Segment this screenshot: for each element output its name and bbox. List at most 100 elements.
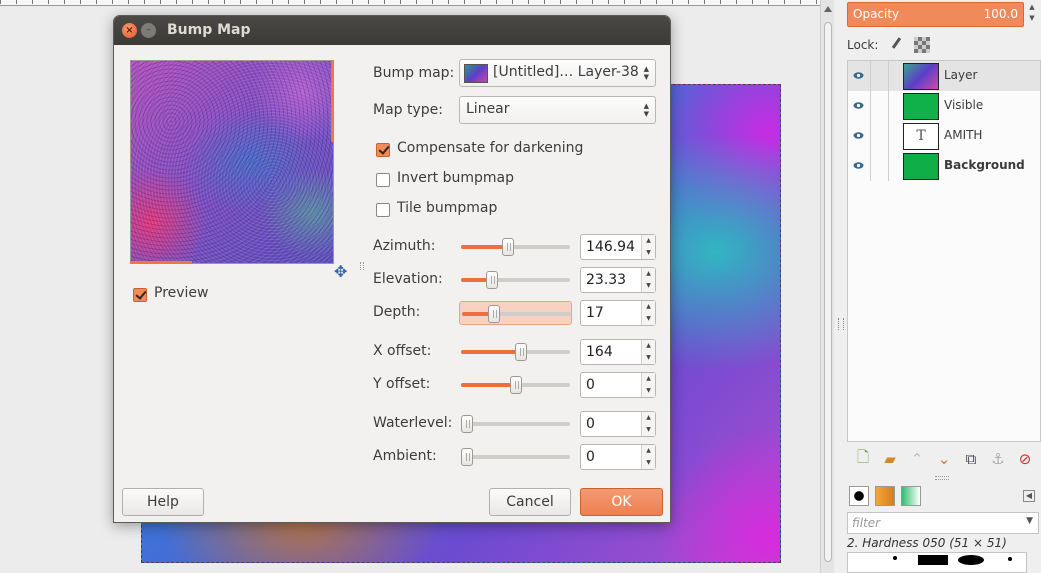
chain-column[interactable]	[870, 91, 889, 121]
gradients-tab-icon[interactable]	[901, 486, 921, 506]
new-layer-icon[interactable]: 🗋	[852, 447, 874, 472]
spin-up-icon[interactable]: ▲	[642, 373, 655, 385]
pane-grip-icon[interactable]	[360, 262, 364, 270]
opacity-spin-buttons[interactable]: ▲ ▼	[1025, 2, 1039, 27]
slider-knob[interactable]	[461, 448, 473, 466]
brush-sample[interactable]	[958, 555, 984, 565]
dock-resize-handle[interactable]	[835, 0, 845, 573]
slider-track[interactable]	[461, 245, 570, 249]
slider-track[interactable]	[461, 455, 570, 459]
preview-vertical-scroll-indicator[interactable]	[331, 60, 334, 142]
slider-knob[interactable]	[486, 271, 499, 289]
brushes-tab-icon[interactable]	[849, 486, 869, 506]
lower-layer-icon[interactable]: ⌄	[933, 450, 955, 468]
spin-buttons[interactable]: ▲ ▼	[641, 268, 655, 292]
layer-row-background[interactable]: Background	[848, 151, 1040, 181]
spin-up-icon[interactable]: ▲	[642, 235, 655, 247]
brush-sample[interactable]	[1008, 557, 1012, 561]
azimuth-spinbox[interactable]: 146.94 ▲ ▼	[580, 234, 656, 260]
y-offset-slider[interactable]	[459, 373, 572, 397]
ambient-spinbox[interactable]: 0 ▲ ▼	[580, 444, 656, 470]
waterlevel-spinbox[interactable]: 0 ▲ ▼	[580, 411, 656, 437]
ambient-slider[interactable]	[459, 445, 572, 469]
scrollbar-thumb[interactable]	[824, 22, 832, 562]
brush-filter-input[interactable]: filter ▼	[847, 512, 1039, 534]
spin-down-icon[interactable]: ▼	[642, 280, 655, 292]
chain-column[interactable]	[870, 151, 889, 181]
x-offset-spinbox[interactable]: 164 ▲ ▼	[580, 339, 656, 365]
spin-buttons[interactable]: ▲ ▼	[641, 445, 655, 469]
chain-column[interactable]	[870, 61, 889, 91]
spin-buttons[interactable]: ▲ ▼	[641, 412, 655, 436]
layer-row-visible[interactable]: Visible	[848, 91, 1040, 121]
azimuth-slider[interactable]	[459, 235, 572, 259]
ok-button[interactable]: OK	[580, 488, 663, 516]
compensate-darkening-checkbox[interactable]	[376, 143, 390, 157]
spin-up-icon[interactable]: ▲	[642, 445, 655, 457]
slider-knob[interactable]	[461, 415, 473, 433]
canvas-vertical-scrollbar[interactable]	[820, 0, 834, 573]
spin-up-icon[interactable]: ▲	[642, 301, 655, 313]
spin-down-icon[interactable]: ▼	[642, 313, 655, 325]
spin-down-icon[interactable]: ▼	[642, 424, 655, 436]
invert-bumpmap-label[interactable]: Invert bumpmap	[397, 170, 514, 186]
spin-down-icon[interactable]: ▼	[642, 247, 655, 259]
preview-horizontal-scroll-indicator[interactable]	[130, 261, 192, 264]
invert-bumpmap-checkbox[interactable]	[376, 173, 390, 187]
spin-up-icon[interactable]: ▲	[642, 412, 655, 424]
visibility-eye-icon[interactable]	[853, 130, 864, 141]
spin-buttons[interactable]: ▲ ▼	[641, 301, 655, 325]
anchor-layer-icon[interactable]: ⚓	[987, 450, 1009, 468]
layer-row-layer[interactable]: Layer	[848, 61, 1040, 91]
slider-knob[interactable]	[509, 376, 522, 394]
patterns-tab-icon[interactable]	[875, 486, 895, 506]
visibility-eye-icon[interactable]	[853, 160, 864, 171]
brush-sample[interactable]	[918, 555, 948, 565]
navigate-move-icon[interactable]: ✥	[334, 262, 347, 281]
spin-down-icon[interactable]: ▼	[642, 385, 655, 397]
spin-down-icon[interactable]: ▼	[642, 457, 655, 469]
dock-divider-handle[interactable]	[935, 476, 949, 480]
spin-buttons[interactable]: ▲ ▼	[641, 373, 655, 397]
depth-slider[interactable]	[459, 301, 572, 325]
waterlevel-slider[interactable]	[459, 412, 572, 436]
brush-preview-strip[interactable]	[847, 552, 1027, 573]
raise-layer-icon[interactable]: ⌃	[906, 450, 928, 468]
tile-bumpmap-label[interactable]: Tile bumpmap	[397, 200, 497, 216]
spin-down-icon[interactable]: ▼	[642, 352, 655, 364]
map-type-select[interactable]: Linear ▲ ▼	[459, 96, 656, 124]
compensate-darkening-label[interactable]: Compensate for darkening	[397, 140, 583, 156]
new-layer-group-icon[interactable]: ▰	[879, 450, 901, 468]
dialog-titlebar[interactable]: × – Bump Map	[114, 16, 670, 45]
slider-knob[interactable]	[515, 343, 528, 361]
elevation-spinbox[interactable]: 23.33 ▲ ▼	[580, 267, 656, 293]
visibility-eye-icon[interactable]	[853, 100, 864, 111]
lock-pixels-brush-icon[interactable]	[888, 37, 904, 53]
tab-menu-arrow-icon[interactable]: ◀	[1023, 490, 1035, 502]
x-offset-slider[interactable]	[459, 340, 572, 364]
tile-bumpmap-checkbox[interactable]	[376, 203, 390, 217]
preview-label[interactable]: Preview	[154, 285, 209, 301]
minimize-icon[interactable]: –	[141, 23, 156, 38]
spin-up-icon[interactable]: ▲	[1025, 2, 1039, 13]
visibility-eye-icon[interactable]	[853, 70, 864, 81]
opacity-slider[interactable]: Opacity 100.0	[847, 2, 1024, 27]
lock-alpha-checker-icon[interactable]	[914, 37, 931, 53]
spin-up-icon[interactable]: ▲	[642, 340, 655, 352]
chain-column[interactable]	[870, 121, 889, 151]
duplicate-layer-icon[interactable]: ⧉	[960, 450, 982, 468]
depth-spinbox[interactable]: 17 ▲ ▼	[580, 300, 656, 326]
slider-knob[interactable]	[488, 305, 501, 323]
layer-row-amith[interactable]: T AMITH	[848, 121, 1040, 151]
elevation-slider[interactable]	[459, 268, 572, 292]
slider-knob[interactable]	[501, 238, 514, 256]
slider-track[interactable]	[461, 278, 570, 282]
filter-dropdown-arrow-icon[interactable]: ▼	[1026, 516, 1033, 526]
spin-down-icon[interactable]: ▼	[1025, 13, 1039, 24]
spin-up-icon[interactable]: ▲	[642, 268, 655, 280]
slider-track[interactable]	[461, 422, 570, 426]
spin-buttons[interactable]: ▲ ▼	[641, 340, 655, 364]
preview-checkbox[interactable]	[133, 288, 147, 302]
bump-map-select[interactable]: [Untitled]… Layer-38 ▲ ▼	[459, 59, 656, 87]
spin-buttons[interactable]: ▲ ▼	[641, 235, 655, 259]
